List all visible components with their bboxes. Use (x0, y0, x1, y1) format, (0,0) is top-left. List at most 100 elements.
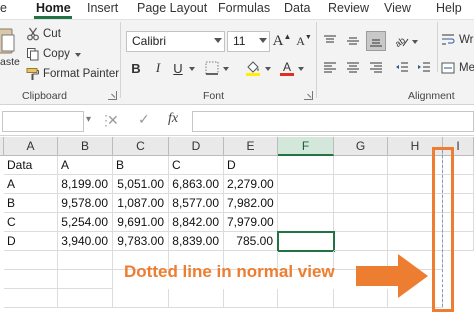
align-right-button[interactable] (366, 58, 386, 78)
wrap-text-button[interactable]: Wra (441, 31, 474, 49)
empty-cell[interactable] (113, 289, 169, 308)
cell-a1[interactable]: Data (4, 156, 58, 175)
tab-file[interactable]: e (0, 1, 7, 15)
bold-button[interactable]: B (126, 58, 146, 78)
column-header-a[interactable]: A (4, 137, 58, 156)
cell-e1[interactable]: D (224, 156, 278, 175)
align-top-button[interactable] (320, 31, 340, 51)
tab-help[interactable]: Help (436, 1, 462, 15)
cell-c3[interactable]: 1,087.00 (113, 194, 169, 213)
insert-function-icon[interactable]: fx (168, 111, 178, 127)
cell-a5[interactable]: D (4, 232, 58, 251)
cell-b4[interactable]: 5,254.00 (58, 213, 113, 232)
italic-button[interactable]: I (148, 58, 168, 78)
tab-view[interactable]: View (384, 1, 411, 15)
increase-indent-button[interactable] (414, 58, 434, 78)
cell-e4[interactable]: 7,979.00 (224, 213, 278, 232)
fill-color-button[interactable] (243, 58, 263, 78)
align-center-button[interactable] (343, 58, 363, 78)
cell-f3[interactable] (278, 194, 334, 213)
font-name-dropdown-icon[interactable] (214, 38, 222, 43)
cell-e5[interactable]: 785.00 (224, 232, 278, 251)
tab-insert[interactable]: Insert (87, 1, 118, 15)
cell-d1[interactable]: C (169, 156, 224, 175)
cell-b5[interactable]: 3,940.00 (58, 232, 113, 251)
enter-icon[interactable]: ✓ (138, 111, 150, 128)
align-bottom-button[interactable] (366, 31, 386, 51)
column-header-e[interactable]: E (224, 137, 278, 156)
empty-cell[interactable] (4, 289, 58, 308)
cancel-icon[interactable]: ✕ (107, 112, 119, 129)
decrease-indent-button[interactable] (392, 58, 412, 78)
orientation-dropdown-icon[interactable] (412, 40, 418, 44)
cell-a3[interactable]: B (4, 194, 58, 213)
cell-d3[interactable]: 8,577.00 (169, 194, 224, 213)
empty-cell[interactable] (278, 289, 334, 308)
cell-g5[interactable] (334, 232, 388, 251)
cell-f2[interactable] (278, 175, 334, 194)
empty-cell[interactable] (224, 289, 278, 308)
orientation-button[interactable]: ab (392, 31, 412, 51)
cell-b2[interactable]: 8,199.00 (58, 175, 113, 194)
tab-formulas[interactable]: Formulas (218, 1, 270, 15)
active-cell-f5[interactable] (277, 231, 335, 252)
underline-button[interactable]: U (168, 58, 188, 78)
tab-home[interactable]: Home (36, 1, 71, 15)
tab-data[interactable]: Data (284, 1, 310, 15)
cell-c4[interactable]: 9,691.00 (113, 213, 169, 232)
cell-b3[interactable]: 9,578.00 (58, 194, 113, 213)
clipboard-dialog-launcher-icon[interactable] (108, 91, 117, 100)
cell-d4[interactable]: 8,842.00 (169, 213, 224, 232)
column-header-b[interactable]: B (58, 137, 113, 156)
column-header-c[interactable]: C (113, 137, 169, 156)
chevron-down-icon[interactable] (74, 53, 81, 57)
cell-c5[interactable]: 9,783.00 (113, 232, 169, 251)
empty-cell[interactable] (58, 289, 113, 308)
cell-d2[interactable]: 6,863.00 (169, 175, 224, 194)
name-box[interactable] (2, 111, 84, 132)
cell-g1[interactable] (334, 156, 388, 175)
name-box-dropdown-icon[interactable]: ▾ (86, 114, 91, 125)
empty-cell[interactable] (4, 270, 58, 289)
font-color-button[interactable]: A (277, 58, 297, 78)
underline-dropdown-icon[interactable] (189, 67, 195, 71)
borders-button[interactable] (202, 58, 222, 78)
format-painter-button[interactable]: Format Painter (26, 65, 119, 83)
empty-cell[interactable] (58, 270, 113, 289)
column-header-d[interactable]: D (169, 137, 224, 156)
cell-e3[interactable]: 7,982.00 (224, 194, 278, 213)
cut-button[interactable]: Cut (26, 25, 61, 43)
shrink-font-button[interactable]: A ▼ (294, 31, 314, 51)
tab-page-layout[interactable]: Page Layout (137, 1, 207, 15)
cell-d5[interactable]: 8,839.00 (169, 232, 224, 251)
fill-color-dropdown-icon[interactable] (265, 67, 271, 71)
font-name-box[interactable]: Calibri (126, 31, 225, 52)
font-size-dropdown-icon[interactable] (259, 38, 267, 43)
cell-e2[interactable]: 2,279.00 (224, 175, 278, 194)
copy-button[interactable]: Copy (26, 45, 81, 63)
align-left-button[interactable] (320, 58, 340, 78)
cell-c1[interactable]: B (113, 156, 169, 175)
cell-a2[interactable]: A (4, 175, 58, 194)
cell-f4[interactable] (278, 213, 334, 232)
borders-dropdown-icon[interactable] (223, 67, 229, 71)
cell-g3[interactable] (334, 194, 388, 213)
column-header-g[interactable]: G (334, 137, 388, 156)
grow-font-button[interactable]: A ▲ (272, 31, 292, 51)
empty-cell[interactable] (169, 289, 224, 308)
cell-c2[interactable]: 5,051.00 (113, 175, 169, 194)
empty-cell[interactable] (58, 251, 113, 270)
cell-g2[interactable] (334, 175, 388, 194)
cell-f1[interactable] (278, 156, 334, 175)
formula-input[interactable] (192, 111, 474, 132)
column-header-f[interactable]: F (278, 137, 334, 156)
font-color-dropdown-icon[interactable] (298, 67, 304, 71)
empty-cell[interactable] (4, 251, 58, 270)
font-dialog-launcher-icon[interactable] (304, 91, 313, 100)
cell-a4[interactable]: C (4, 213, 58, 232)
tab-review[interactable]: Review (328, 1, 369, 15)
merge-center-button[interactable]: Mer (441, 59, 474, 77)
cell-g4[interactable] (334, 213, 388, 232)
cell-b1[interactable]: A (58, 156, 113, 175)
align-middle-button[interactable] (343, 31, 363, 51)
